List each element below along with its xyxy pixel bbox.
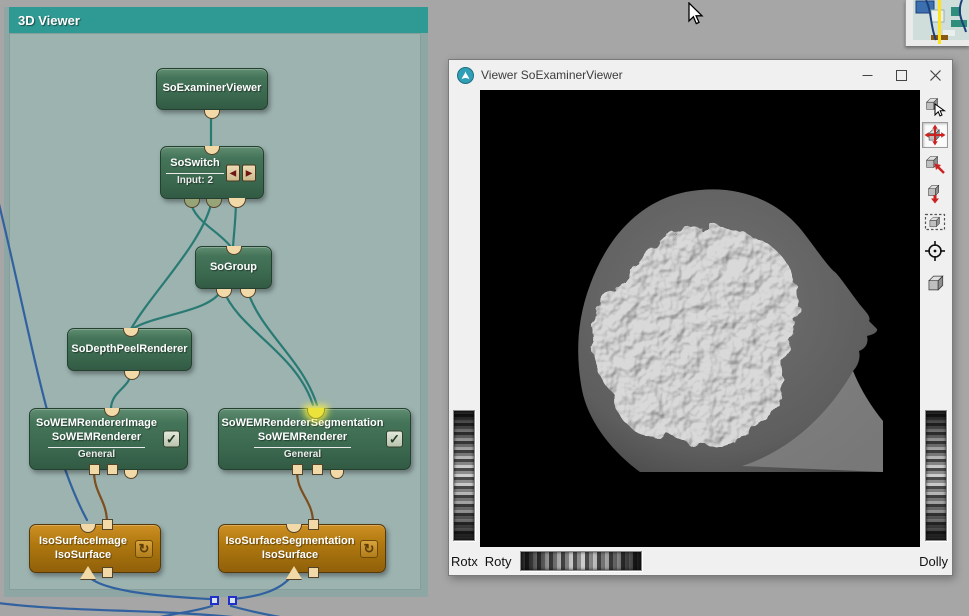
wem-output-connector[interactable] bbox=[80, 566, 96, 579]
maximize-icon bbox=[896, 70, 907, 81]
connection-edge[interactable] bbox=[0, 603, 305, 616]
seek-object-button[interactable] bbox=[922, 151, 948, 177]
viewer-toolbar bbox=[920, 93, 949, 293]
connection-edge[interactable] bbox=[233, 574, 293, 599]
switch-next-button[interactable]: ▶ bbox=[242, 164, 256, 181]
connection-edge[interactable] bbox=[231, 606, 291, 616]
wem-output-connector[interactable] bbox=[89, 464, 100, 475]
connection-edge[interactable] bbox=[297, 471, 313, 523]
switch-prev-button[interactable]: ◀ bbox=[226, 164, 240, 181]
image-input-connector[interactable] bbox=[286, 524, 302, 533]
switch-input-value: Input: 2 bbox=[177, 175, 213, 188]
focal-point-icon bbox=[924, 240, 946, 262]
node-type-label: SoWEMRenderer bbox=[48, 431, 145, 448]
roty-label: Roty bbox=[485, 554, 512, 569]
wem-output-connector[interactable] bbox=[308, 567, 319, 578]
wem-input-connector[interactable] bbox=[102, 519, 113, 530]
wem-output-connector[interactable] bbox=[312, 464, 323, 475]
node-panel-tab-label: General bbox=[78, 449, 115, 462]
enable-checkbox[interactable]: ✓ bbox=[163, 431, 180, 448]
viewer-window: Viewer SoExaminerViewer bbox=[448, 59, 953, 576]
minimize-icon bbox=[862, 70, 873, 81]
rot-thumbwheel-left[interactable] bbox=[453, 410, 475, 541]
camera-cube-button[interactable] bbox=[922, 267, 948, 293]
wem-output-connector[interactable] bbox=[292, 464, 303, 475]
frame-scene-button[interactable] bbox=[922, 209, 948, 235]
image-input-connector[interactable] bbox=[80, 524, 96, 533]
connection-edge[interactable] bbox=[223, 289, 313, 405]
node-soswitch[interactable]: SoSwitch Input: 2 ◀ ▶ bbox=[160, 146, 264, 199]
rotx-label: Rotx bbox=[451, 554, 478, 569]
connection-edge[interactable] bbox=[94, 471, 107, 523]
node-label: SoGroup bbox=[210, 261, 257, 275]
node-panel-tab-label: General bbox=[284, 449, 321, 462]
view-all-button[interactable] bbox=[922, 180, 948, 206]
update-button[interactable]: ↻ bbox=[360, 540, 378, 558]
minimize-button[interactable] bbox=[850, 60, 884, 90]
node-soexaminerviewer[interactable]: SoExaminerViewer bbox=[156, 68, 268, 110]
dolly-thumbwheel-right[interactable] bbox=[925, 410, 947, 541]
close-button[interactable] bbox=[918, 60, 952, 90]
scene-input-connector[interactable] bbox=[204, 146, 220, 155]
close-icon bbox=[930, 70, 941, 81]
scene-input-connector[interactable] bbox=[226, 246, 242, 255]
view-all-icon bbox=[924, 182, 946, 204]
node-label: SoDepthPeelRenderer bbox=[71, 343, 187, 357]
rot-thumbwheel-bottom[interactable] bbox=[520, 551, 642, 571]
scene-input-connector[interactable] bbox=[123, 328, 139, 337]
viewer-bottom-bar: Rotx Roty Dolly bbox=[449, 547, 952, 575]
camera-cube-icon bbox=[924, 269, 946, 291]
rendered-head-brain-scene bbox=[480, 90, 920, 547]
node-instance-label: SoWEMRendererSegmentation bbox=[222, 417, 384, 431]
node-instance-label: IsoSurfaceSegmentation bbox=[226, 535, 355, 549]
node-label: SoSwitch bbox=[166, 157, 224, 174]
scene-input-connector[interactable] bbox=[104, 408, 120, 417]
mouse-cursor bbox=[688, 2, 705, 32]
wem-output-connector[interactable] bbox=[102, 567, 113, 578]
node-label: SoExaminerViewer bbox=[163, 82, 262, 96]
node-sowemrendererimage[interactable]: SoWEMRendererImage SoWEMRenderer General… bbox=[29, 408, 188, 470]
frame-scene-icon bbox=[924, 211, 946, 233]
switch-stepper: ◀ ▶ bbox=[226, 164, 256, 181]
minimap-highlight-line bbox=[938, 0, 941, 44]
pick-mode-icon bbox=[924, 95, 946, 117]
node-instance-label: IsoSurfaceImage bbox=[39, 535, 127, 549]
viewer-window-title: Viewer SoExaminerViewer bbox=[481, 68, 850, 82]
node-type-label: IsoSurface bbox=[55, 549, 111, 563]
mevislab-logo-icon bbox=[457, 67, 474, 84]
dolly-label: Dolly bbox=[919, 554, 948, 569]
examine-mode-button[interactable] bbox=[922, 122, 948, 148]
node-sogroup[interactable]: SoGroup bbox=[195, 246, 272, 289]
node-sodepthpeelrenderer[interactable]: SoDepthPeelRenderer bbox=[67, 328, 192, 371]
seek-object-icon bbox=[924, 153, 946, 175]
minimap-content bbox=[906, 0, 969, 46]
node-instance-label: SoWEMRendererImage bbox=[36, 417, 157, 431]
focal-point-button[interactable] bbox=[922, 238, 948, 264]
wem-input-connector[interactable] bbox=[308, 519, 319, 530]
viewer-title-bar[interactable]: Viewer SoExaminerViewer bbox=[449, 60, 952, 90]
node-isosurfaceimage[interactable]: IsoSurfaceImage IsoSurface ↻ bbox=[29, 524, 161, 573]
wem-output-connector[interactable] bbox=[107, 464, 118, 475]
node-isosurfacesegmentation[interactable]: IsoSurfaceSegmentation IsoSurface ↻ bbox=[218, 524, 386, 573]
edge-bridge-connector[interactable] bbox=[210, 596, 219, 605]
maximize-button[interactable] bbox=[884, 60, 918, 90]
wem-output-connector[interactable] bbox=[286, 566, 302, 579]
viewer-3d-viewport[interactable] bbox=[480, 90, 920, 547]
pick-mode-button[interactable] bbox=[922, 93, 948, 119]
update-button[interactable]: ↻ bbox=[135, 540, 153, 558]
desktop: 3D Viewer SoExaminerViewer SoSwitch Inpu… bbox=[0, 0, 969, 616]
edge-bridge-connector[interactable] bbox=[228, 596, 237, 605]
examine-mode-icon bbox=[924, 124, 946, 146]
node-sowemrenderersegmentation[interactable]: SoWEMRendererSegmentation SoWEMRenderer … bbox=[218, 408, 411, 470]
node-type-label: IsoSurface bbox=[262, 549, 318, 563]
enable-checkbox[interactable]: ✓ bbox=[386, 431, 403, 448]
node-type-label: SoWEMRenderer bbox=[254, 431, 351, 448]
background-network-window-partial[interactable] bbox=[905, 0, 969, 46]
